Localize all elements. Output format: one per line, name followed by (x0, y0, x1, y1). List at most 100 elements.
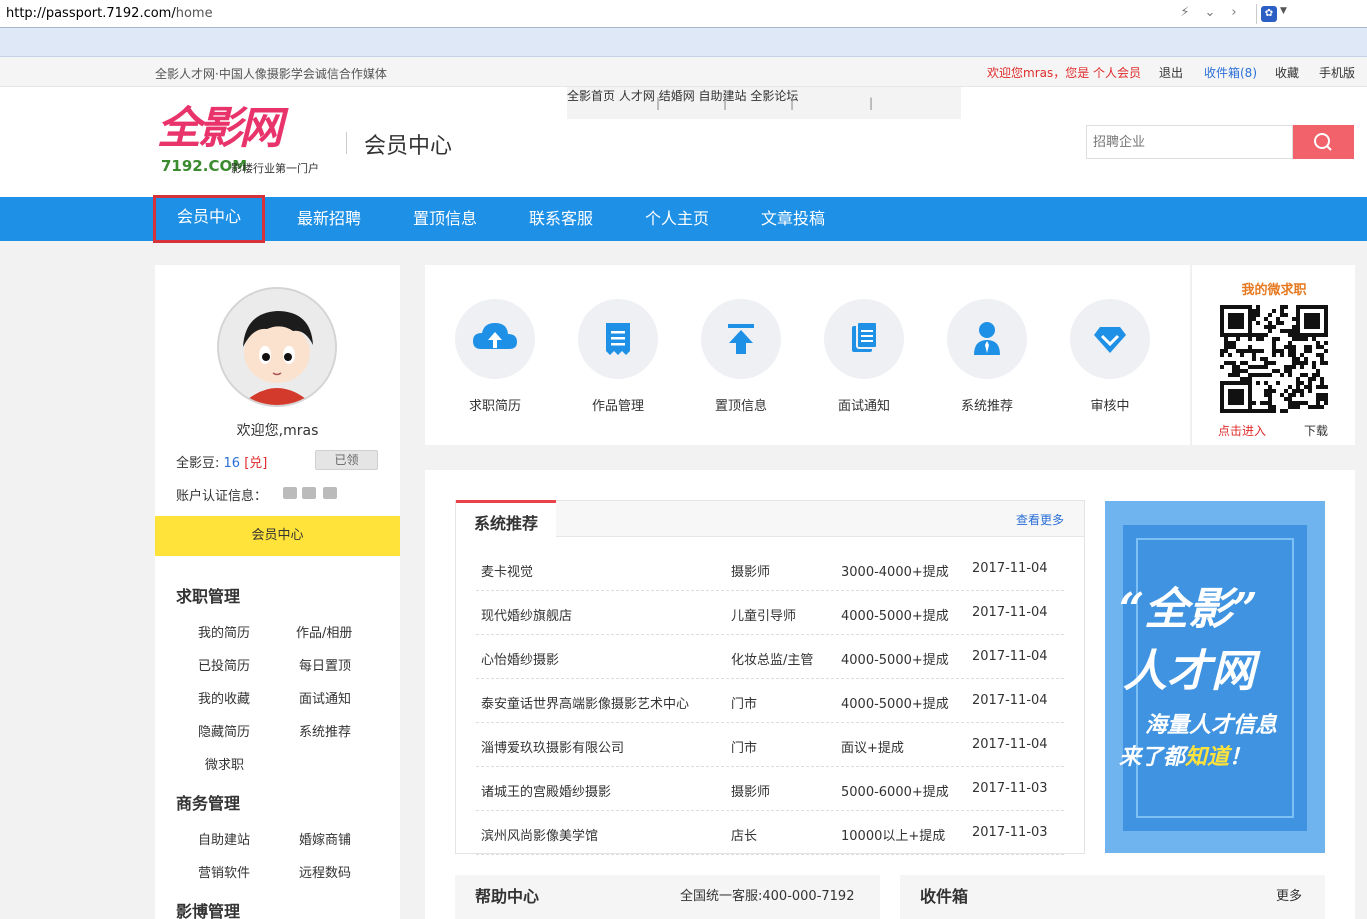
quick-recommend[interactable]: 系统推荐 (932, 299, 1042, 414)
favorite-link[interactable]: 收藏 (1275, 64, 1299, 81)
job-company[interactable]: 现代婚纱旗舰店 (481, 605, 572, 624)
menu-hidden-resume[interactable]: 隐藏简历 (198, 721, 250, 740)
mobile-link[interactable]: 手机版 (1319, 64, 1355, 81)
separator: | (656, 96, 661, 110)
job-salary: 4000-5000+提成 (841, 697, 949, 712)
menu-remote-digital[interactable]: 远程数码 (299, 862, 351, 881)
inbox-more-link[interactable]: 更多 (1276, 885, 1302, 904)
claimed-button[interactable]: 已领 (315, 450, 378, 470)
logo-text: 全影网 (157, 103, 283, 154)
wechat-download-link[interactable]: 下载 (1304, 422, 1328, 439)
search-button[interactable] (1293, 125, 1354, 159)
job-company[interactable]: 滨州风尚影像美学馆 (481, 825, 598, 844)
table-row[interactable]: 淄博爱玖玖摄影有限公司 门市 面议+提成 2017-11-04 (476, 723, 1064, 767)
phone-verify-icon[interactable] (302, 487, 316, 499)
divider (346, 132, 347, 154)
job-position: 门市 (731, 741, 758, 756)
menu-site-builder[interactable]: 自助建站 (198, 829, 250, 848)
job-date: 2017-11-03 (972, 781, 1048, 796)
beans-value: 16 (223, 456, 241, 471)
nav-latest-jobs[interactable]: 最新招聘 (281, 197, 377, 241)
table-row[interactable]: 泰安童话世界高端影像摄影艺术中心 门市 4000-5000+提成 2017-11-04 (476, 679, 1064, 723)
search-input[interactable] (1086, 125, 1293, 159)
banner-line1: “全影” (1119, 584, 1258, 635)
section-business-management: 商务管理 (176, 794, 241, 813)
quick-resume[interactable]: 求职简历 (440, 299, 550, 414)
logo-tagline: 影楼行业第一门户 (231, 162, 319, 175)
menu-works-album[interactable]: 作品/相册 (296, 622, 352, 641)
quick-actions: 求职简历 作品管理 置顶信息 面试通知 系统推荐 审核中 (425, 265, 1190, 445)
site-subnav: 全影首页 | 人才网 | 结婚网 | 自助建站 | 全影论坛 (567, 87, 961, 119)
job-date: 2017-11-04 (972, 737, 1048, 752)
quick-pinned[interactable]: 置顶信息 (686, 299, 796, 414)
extension-button[interactable]: ✿ ▼ (1256, 4, 1292, 24)
nav-contact-service[interactable]: 联系客服 (513, 197, 609, 241)
quick-reviewing[interactable]: 审核中 (1055, 299, 1165, 414)
job-salary: 面议+提成 (841, 741, 904, 756)
quick-interview[interactable]: 面试通知 (809, 299, 919, 414)
id-verify-icon[interactable] (283, 487, 297, 499)
menu-sent-resumes[interactable]: 已投简历 (198, 655, 250, 674)
chevron-down-icon[interactable]: ⌄ (1201, 5, 1219, 20)
forward-icon[interactable]: › (1225, 5, 1243, 20)
job-date: 2017-11-04 (972, 693, 1048, 708)
menu-interview-notice[interactable]: 面试通知 (299, 688, 351, 707)
search-box (1086, 125, 1354, 159)
notice-icon (852, 321, 878, 352)
user-icon (974, 322, 1000, 355)
table-row[interactable]: 麦卡视觉 摄影师 3000-4000+提成 2017-11-04 (476, 547, 1064, 591)
job-position: 摄影师 (731, 785, 771, 800)
nav-personal-home[interactable]: 个人主页 (629, 197, 725, 241)
menu-system-recommend[interactable]: 系统推荐 (299, 721, 351, 740)
job-company[interactable]: 麦卡视觉 (481, 561, 533, 580)
menu-my-resume[interactable]: 我的简历 (198, 622, 250, 641)
logout-link[interactable]: 退出 (1159, 64, 1183, 81)
job-company[interactable]: 诸城王的宫殿婚纱摄影 (481, 781, 611, 800)
table-row[interactable]: 滨州风尚影像美学馆 店长 10000以上+提成 2017-11-03 (476, 811, 1064, 855)
wechat-enter-link[interactable]: 点击进入 (1218, 422, 1266, 439)
inbox-title: 收件箱 (920, 887, 969, 906)
browser-toolbar (0, 28, 1367, 57)
recommend-more-link[interactable]: 查看更多 (1016, 511, 1064, 528)
job-position: 门市 (731, 697, 758, 712)
subnav-home[interactable]: 全影首页 (567, 89, 615, 103)
wechat-title: 我的微求职 (1241, 283, 1307, 298)
avatar[interactable] (217, 287, 337, 407)
cloud-upload-icon (473, 323, 517, 349)
nav-article-submit[interactable]: 文章投稿 (745, 197, 841, 241)
talent-banner[interactable]: “全影” 人才网 海量人才信息 来了都知道！ (1105, 501, 1325, 853)
slogan: 全影人才网·中国人像摄影学会诚信合作媒体 (155, 67, 387, 81)
recommend-header: 系统推荐 查看更多 (456, 500, 1084, 537)
menu-marketing-software[interactable]: 营销软件 (198, 862, 250, 881)
menu-micro-job[interactable]: 微求职 (205, 754, 244, 773)
qr-code (1220, 305, 1328, 413)
url-text[interactable]: http://passport.7192.com/home (6, 6, 213, 21)
inbox-link[interactable]: 收件箱(8) (1204, 64, 1257, 81)
menu-daily-pin[interactable]: 每日置顶 (299, 655, 351, 674)
nav-pinned-info[interactable]: 置顶信息 (397, 197, 493, 241)
beans-redeem-link[interactable]: [兑] (244, 456, 267, 471)
site-logo[interactable]: 全影网 7192.COM 影楼行业第一门户 (157, 105, 337, 177)
job-company[interactable]: 淄博爱玖玖摄影有限公司 (481, 737, 624, 756)
welcome-member-link[interactable]: 欢迎您mras，您是 个人会员 (987, 64, 1141, 81)
subnav-wedding[interactable]: 结婚网 (659, 89, 695, 103)
quick-works[interactable]: 作品管理 (563, 299, 673, 414)
address-bar[interactable]: http://passport.7192.com/home ⚡ ⌄ › ✿ ▼ (0, 0, 1367, 28)
table-row[interactable]: 诸城王的宫殿婚纱摄影 摄影师 5000-6000+提成 2017-11-03 (476, 767, 1064, 811)
wechat-verify-icon[interactable] (323, 487, 337, 499)
job-salary: 4000-5000+提成 (841, 653, 949, 668)
member-center-button[interactable]: 会员中心 (155, 516, 400, 556)
section-job-management: 求职管理 (176, 587, 241, 606)
menu-my-favorites[interactable]: 我的收藏 (198, 688, 250, 707)
lightning-icon[interactable]: ⚡ (1176, 5, 1194, 20)
inbox-panel: 收件箱 更多 (900, 875, 1325, 919)
nav-member-center[interactable]: 会员中心 (153, 195, 265, 243)
recommend-tab[interactable]: 系统推荐 (456, 500, 556, 537)
job-company[interactable]: 心怡婚纱摄影 (481, 649, 559, 668)
table-row[interactable]: 心怡婚纱摄影 化妆总监/主管 4000-5000+提成 2017-11-04 (476, 635, 1064, 679)
job-company[interactable]: 泰安童话世界高端影像摄影艺术中心 (481, 693, 689, 712)
job-position: 摄影师 (731, 565, 771, 580)
menu-wedding-shop[interactable]: 婚嫁商铺 (299, 829, 351, 848)
subnav-talent[interactable]: 人才网 (619, 89, 655, 103)
table-row[interactable]: 现代婚纱旗舰店 儿童引导师 4000-5000+提成 2017-11-04 (476, 591, 1064, 635)
